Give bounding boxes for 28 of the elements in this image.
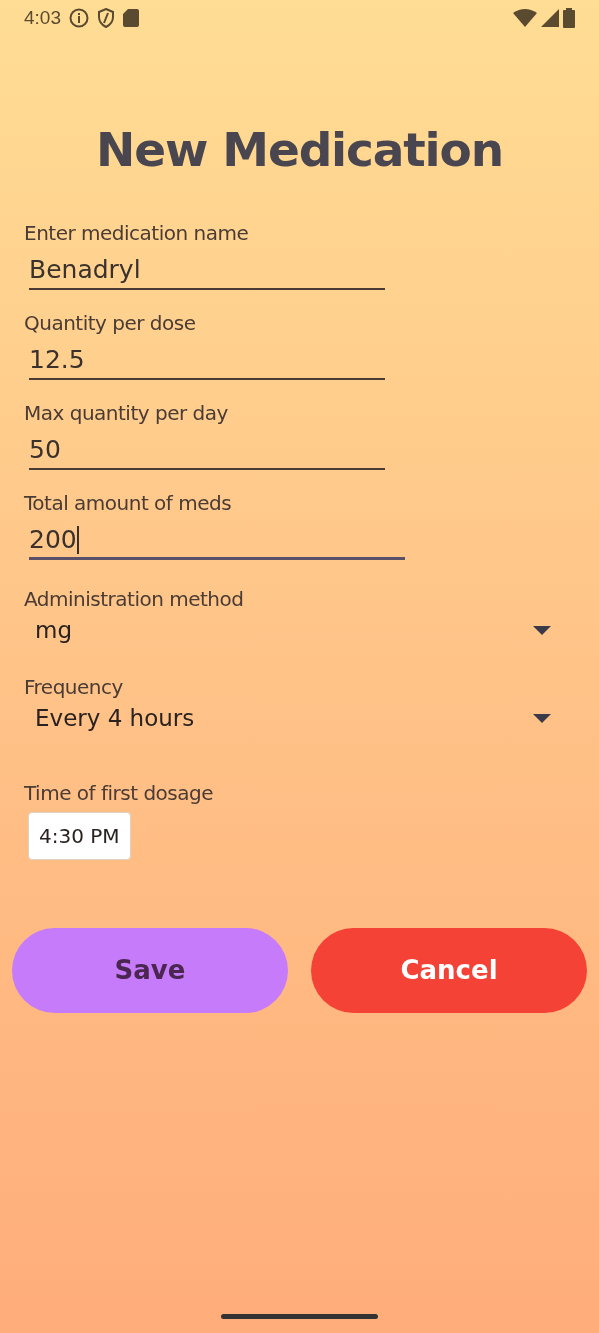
shield-icon — [97, 8, 115, 28]
field-label: Enter medication name — [24, 220, 250, 246]
text-field[interactable]: 200 — [29, 522, 405, 560]
field-label: Total amount of meds — [24, 490, 233, 516]
page-title: New Medication — [95, 121, 504, 179]
wifi-icon — [513, 9, 537, 27]
time-button[interactable]: 4:30 PM — [28, 812, 131, 860]
save-button[interactable]: Save — [12, 928, 288, 1013]
text-field[interactable]: 12.5 — [29, 342, 385, 380]
field-label: Time of first dosage — [24, 780, 214, 806]
sd-card-icon — [123, 9, 139, 27]
dropdown[interactable]: Every 4 hours — [24, 700, 571, 736]
battery-icon — [563, 8, 575, 28]
field-label: Max quantity per day — [24, 400, 229, 426]
caret-down-icon — [533, 625, 551, 635]
caret-down-icon — [533, 713, 551, 723]
dropdown[interactable]: mg — [24, 612, 571, 648]
field-label: Frequency — [24, 674, 124, 700]
signal-icon — [541, 9, 559, 27]
text-cursor-icon — [76, 525, 79, 554]
field-label: Quantity per dose — [24, 310, 197, 336]
cancel-button[interactable]: Cancel — [311, 928, 587, 1013]
status-time: 4:03 — [24, 5, 61, 30]
text-field[interactable]: Benadryl — [29, 252, 385, 290]
field-label: Administration method — [24, 586, 245, 612]
info-icon — [69, 8, 89, 28]
home-indicator[interactable] — [221, 1314, 378, 1319]
text-field[interactable]: 50 — [29, 432, 385, 470]
